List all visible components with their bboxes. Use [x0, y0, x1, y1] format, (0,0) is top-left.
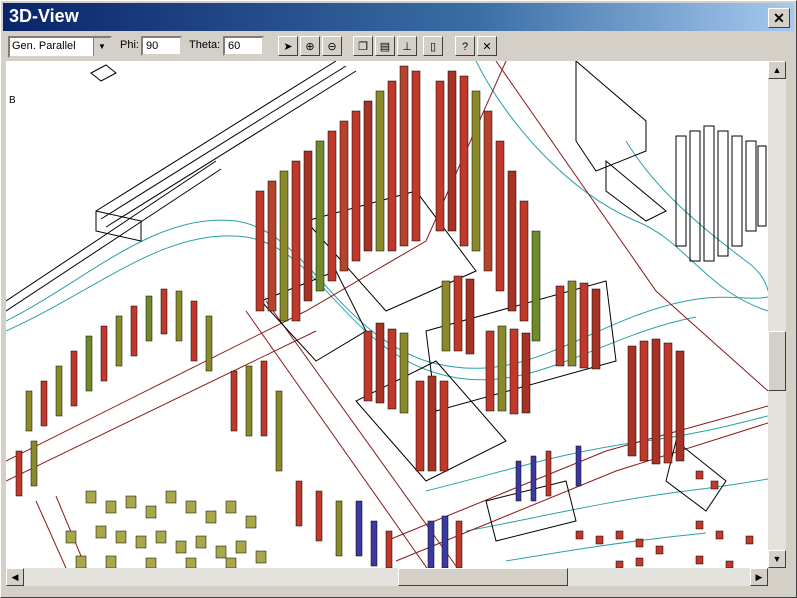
help-button[interactable]: ? — [455, 36, 475, 56]
zoom-in-icon: ⊕ — [305, 41, 315, 53]
window-title: 3D-View — [9, 6, 79, 26]
pointer-button[interactable]: ➤ — [278, 36, 298, 56]
phi-label: Phi: — [120, 39, 139, 51]
scroll-down-button[interactable]: ▼ — [768, 550, 786, 568]
projection-value: Gen. Parallel — [12, 40, 76, 52]
theta-input[interactable]: 60 — [223, 36, 264, 56]
print-icon: ▤ — [379, 41, 391, 53]
street-lines — [6, 61, 768, 568]
window-3d-view: 3D-View ✕ Gen. Parallel ▼ Phi: 90 Theta:… — [0, 0, 797, 598]
scroll-left-button[interactable]: ◀ — [6, 568, 24, 586]
copy-button[interactable]: ❐ — [353, 36, 373, 56]
arrow-left-icon: ◀ — [11, 572, 19, 582]
tower-cluster-east — [435, 70, 541, 342]
close-icon: ✕ — [773, 10, 785, 26]
arrow-right-icon: ▶ — [755, 572, 763, 582]
help-icon: ? — [461, 41, 469, 53]
pointer-icon: ➤ — [283, 41, 293, 53]
horizontal-scrollbar[interactable]: ◀ ▶ — [6, 568, 768, 586]
print-button[interactable]: ▤ — [375, 36, 395, 56]
title-bar[interactable]: 3D-View ✕ — [3, 3, 794, 31]
close-window-button[interactable]: ✕ — [768, 8, 790, 28]
zoom-out-icon: ⊖ — [327, 41, 337, 53]
vertical-scrollbar[interactable]: ▲ ▼ — [768, 61, 786, 568]
close-view-button[interactable]: ✕ — [477, 36, 497, 56]
chevron-down-icon[interactable]: ▼ — [93, 38, 110, 56]
horizontal-scroll-thumb[interactable] — [398, 568, 568, 586]
tower-cluster-north — [255, 65, 421, 322]
arrow-up-icon: ▲ — [772, 65, 782, 75]
export-icon: ⊥ — [402, 41, 412, 53]
3d-scene: B — [6, 61, 768, 568]
toolbar: Gen. Parallel ▼ Phi: 90 Theta: 60 ➤ ⊕ ⊖ … — [3, 33, 794, 59]
phi-input[interactable]: 90 — [141, 36, 182, 56]
zoom-out-button[interactable]: ⊖ — [322, 36, 342, 56]
scroll-up-button[interactable]: ▲ — [768, 61, 786, 79]
export-button[interactable]: ⊥ — [397, 36, 417, 56]
corner-label: B — [9, 95, 16, 106]
railway — [6, 61, 357, 312]
3d-viewport[interactable]: B — [6, 61, 768, 568]
tower-cluster-southeast — [627, 338, 685, 465]
close-icon: ✕ — [482, 41, 492, 53]
copy-icon: ❐ — [358, 41, 368, 53]
settings-button[interactable]: ▯ — [423, 36, 443, 56]
housing-row-blue — [295, 445, 582, 568]
village-dense — [65, 490, 267, 568]
zoom-in-button[interactable]: ⊕ — [300, 36, 320, 56]
settings-icon: ▯ — [429, 41, 437, 53]
theta-label: Theta: — [189, 39, 221, 51]
housing-rows-west — [15, 288, 283, 497]
arrow-down-icon: ▼ — [772, 554, 782, 564]
wireframe-towers — [675, 125, 767, 262]
projection-select[interactable]: Gen. Parallel ▼ — [8, 36, 112, 58]
scroll-right-button[interactable]: ▶ — [750, 568, 768, 586]
vertical-scroll-thumb[interactable] — [768, 331, 786, 391]
